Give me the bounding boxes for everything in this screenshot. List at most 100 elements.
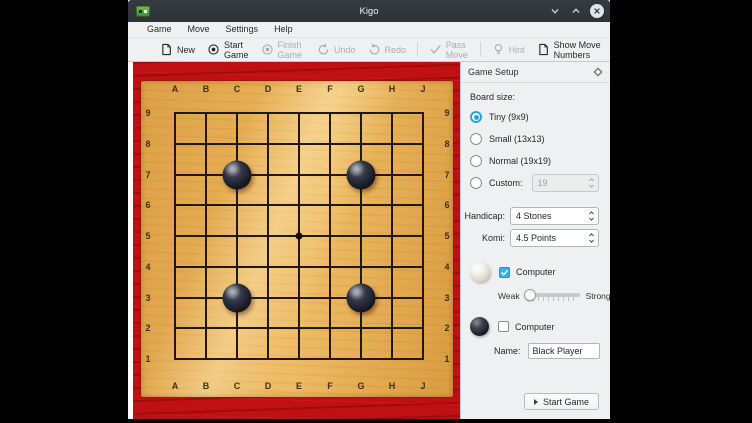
toolbar-finish-game-button[interactable]: Finish Game <box>255 38 312 62</box>
titlebar[interactable]: Kigo <box>128 0 610 22</box>
board-row-label-left: 8 <box>145 139 150 149</box>
desktop-background: Kigo GameMoveSettingsHelp NewStart GameF… <box>0 0 752 423</box>
grid-line-horizontal <box>174 266 424 268</box>
toolbar-new-button[interactable]: New <box>154 41 201 58</box>
board-row-label-right: 5 <box>444 231 449 241</box>
grid-line-vertical <box>360 112 362 360</box>
board-row-label-left: 9 <box>145 108 150 118</box>
menu-item-help[interactable]: Help <box>266 22 301 37</box>
menu-item-game[interactable]: Game <box>139 22 180 37</box>
grid-line-vertical <box>391 112 393 360</box>
toolbar-start-game-button[interactable]: Start Game <box>201 38 255 62</box>
media-stop-circle-icon <box>261 43 274 56</box>
maximize-button[interactable] <box>569 4 583 18</box>
panel-title: Game Setup <box>468 67 519 77</box>
black-player-name-input[interactable] <box>528 343 600 359</box>
handicap-row: Handicap: 4 Stones <box>470 207 599 225</box>
white-player-section: Computer Weak Strong <box>470 262 599 302</box>
board-col-label-bottom: G <box>357 381 364 391</box>
board-row-label-right: 1 <box>444 354 449 364</box>
radio-normal-19x19[interactable] <box>470 155 482 167</box>
board-col-label-top: G <box>357 84 364 94</box>
toolbar-undo-button[interactable]: Undo <box>311 41 362 58</box>
toolbar-redo-button[interactable]: Redo <box>362 41 413 58</box>
edit-redo-icon <box>368 43 381 56</box>
board-row-label-left: 5 <box>145 231 150 241</box>
komi-spinbox[interactable]: 4.5 Points <box>510 229 599 247</box>
board-row-label-left: 6 <box>145 200 150 210</box>
board-row-label-left: 1 <box>145 354 150 364</box>
board-col-label-top: E <box>296 84 302 94</box>
board-col-label-top: C <box>234 84 241 94</box>
handicap-label: Handicap: <box>464 211 505 221</box>
start-game-button[interactable]: Start Game <box>524 393 599 410</box>
toolbar-hint-button[interactable]: Hint <box>486 41 531 58</box>
black-computer-checkbox[interactable] <box>498 321 509 332</box>
close-icon <box>593 7 601 15</box>
kigo-window: Kigo GameMoveSettingsHelp NewStart GameF… <box>128 0 610 419</box>
strong-label: Strong <box>586 291 611 301</box>
toolbar-separator <box>417 42 418 57</box>
board-col-label-bottom: F <box>327 381 333 391</box>
custom-size-spinbox[interactable]: 19 <box>532 174 599 192</box>
board-size-option-normal-19x19[interactable]: Normal (19x19) <box>470 150 599 172</box>
name-row: Name: <box>494 343 599 359</box>
board-row-label-left: 4 <box>145 262 150 272</box>
board-size-option-custom[interactable]: Custom:19 <box>470 172 599 194</box>
grid-line-horizontal <box>174 327 424 329</box>
white-stone-image <box>470 262 490 282</box>
toolbar-show-move-numbers-button[interactable]: Show Move Numbers <box>531 38 610 62</box>
board-col-label-bottom: C <box>234 381 241 391</box>
board-col-label-top: F <box>327 84 333 94</box>
document-badge-icon <box>537 43 550 56</box>
menu-item-settings[interactable]: Settings <box>218 22 267 37</box>
board-size-label: Board size: <box>470 92 599 102</box>
komi-label: Komi: <box>482 233 505 243</box>
strength-slider[interactable] <box>526 289 580 302</box>
grid-line-horizontal <box>174 297 424 299</box>
close-button[interactable] <box>590 4 604 18</box>
board-col-label-top: A <box>172 84 179 94</box>
stone-black-G7 <box>347 160 376 189</box>
board-col-label-bottom: E <box>296 381 302 391</box>
board-row-label-right: 3 <box>444 293 449 303</box>
board-row-label-right: 7 <box>444 170 449 180</box>
black-player-section: Computer Name: <box>470 317 599 359</box>
toolbar-pass-move-button[interactable]: Pass Move <box>423 38 475 62</box>
strength-row: Weak Strong <box>498 289 599 302</box>
go-board[interactable]: AABBCCDDEEFFGGHHJJ998877665544332211 <box>141 81 453 397</box>
menu-item-move[interactable]: Move <box>180 22 218 37</box>
board-row-label-left: 2 <box>145 323 150 333</box>
radio-small-13x13[interactable] <box>470 133 482 145</box>
window-controls <box>548 4 604 18</box>
board-row-label-left: 3 <box>145 293 150 303</box>
slider-handle[interactable] <box>524 289 536 301</box>
radio-tiny-9x9[interactable] <box>470 111 482 123</box>
radio-custom[interactable] <box>470 177 482 189</box>
stone-black-C7 <box>223 160 252 189</box>
minimize-button[interactable] <box>548 4 562 18</box>
chevron-down-icon <box>550 6 560 16</box>
black-computer-label[interactable]: Computer <box>515 322 555 332</box>
spinner-arrows-icon <box>585 177 598 189</box>
board-size-option-small-13x13[interactable]: Small (13x13) <box>470 128 599 150</box>
board-background: AABBCCDDEEFFGGHHJJ998877665544332211 <box>133 62 460 419</box>
board-col-label-bottom: A <box>172 381 179 391</box>
toolbar-separator <box>480 42 481 57</box>
spinner-arrows-icon <box>585 210 598 222</box>
stone-black-C3 <box>223 283 252 312</box>
handicap-spinbox[interactable]: 4 Stones <box>510 207 599 225</box>
menu-bar: GameMoveSettingsHelp <box>128 22 610 38</box>
weak-label: Weak <box>498 291 520 301</box>
white-computer-label[interactable]: Computer <box>516 267 556 277</box>
board-size-option-tiny-9x9[interactable]: Tiny (9x9) <box>470 106 599 128</box>
panel-float-button[interactable] <box>593 67 603 77</box>
edit-undo-icon <box>317 43 330 56</box>
board-size-options: Tiny (9x9)Small (13x13)Normal (19x19)Cus… <box>470 106 599 194</box>
white-computer-checkbox[interactable] <box>499 267 510 278</box>
chevron-up-icon <box>571 6 581 16</box>
board-row-label-right: 4 <box>444 262 449 272</box>
kigo-app-icon <box>136 6 150 17</box>
panel-body: Board size: Tiny (9x9)Small (13x13)Norma… <box>461 83 610 419</box>
komi-row: Komi: 4.5 Points <box>470 229 599 247</box>
